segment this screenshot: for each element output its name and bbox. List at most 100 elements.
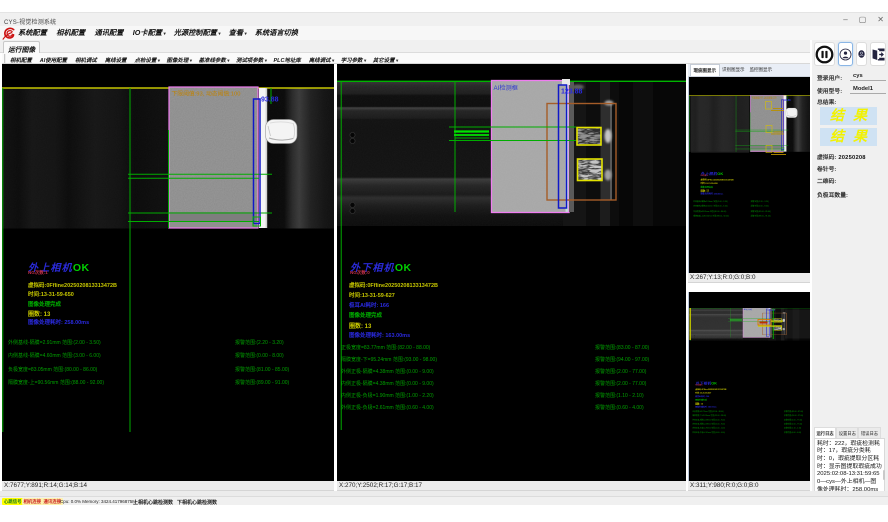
alarm-range: 报警范围:(2.00 - 77.00)	[784, 423, 802, 425]
log-tab[interactable]: 设置日志	[836, 427, 858, 438]
measurement-value: 外侧正极-负极=2.61mm 范围:(0.60 - 4.00)	[341, 405, 434, 411]
alarm-range: 报警范围:(2.20 - 3.20)	[751, 200, 769, 203]
process-cost: 图像处理耗时: 163.00ms	[695, 406, 810, 410]
toolbar-item[interactable]: 测试项参数▾	[236, 56, 267, 64]
measurement-row: 外侧正极-负极=2.61mm 范围:(0.60 - 4.00)报警范围:(0.6…	[692, 431, 810, 435]
lower-camera-panel[interactable]: 外下相机OKNG次数:0虚拟码:0Ffline2025020813313472B…	[337, 64, 686, 481]
toolbar-item[interactable]: 离线调试▾	[309, 56, 335, 64]
info-value: 20250208	[838, 155, 865, 161]
process-done: 图像处理完成	[349, 311, 686, 321]
virtual-code: 虚拟码:0Ffline2025020813313472B	[349, 281, 686, 291]
tab-run-image[interactable]: 运行图像	[3, 41, 40, 53]
close-button[interactable]: ✕	[877, 14, 884, 26]
measurement-list: 正极宽度=83.77mm 范围:(82.00 - 88.00) 报警范围:(83.…	[692, 410, 810, 435]
upper-camera-panel[interactable]: 外上相机OKNG次数:1虚拟码:0Ffline2025020813313472B…	[2, 64, 334, 481]
toolbar-item[interactable]: 相机调试	[75, 56, 98, 64]
toolbar-item[interactable]: 图像处理▾	[167, 56, 193, 64]
measurement-value: 正极宽度=83.77mm 范围:(82.00 - 88.00)	[692, 410, 723, 412]
measurement-value: 隔膜宽度-上=90.56mm 范围:(88.00 - 92.00)	[693, 215, 729, 217]
menu-item[interactable]: 通讯配置	[95, 28, 125, 38]
menu-item[interactable]: 查看▾	[229, 28, 247, 38]
dropdown-arrow-icon: ▾	[163, 31, 165, 36]
alarm-range: 报警范围:(83.00 - 87.00)	[784, 410, 803, 412]
measurement-row: 负极宽度=83.05mm 范围:(80.00 - 86.00) 报警范围:(81.…	[8, 366, 334, 380]
mini-view-tab[interactable]: 识别图显示	[720, 64, 748, 76]
alarm-range: 报警范围:(0.60 - 4.00)	[595, 404, 644, 411]
alarm-range: 报警范围:(81.00 - 85.00)	[751, 210, 771, 213]
dropdown-arrow-icon: ▾	[218, 31, 220, 36]
minimize-button[interactable]: –	[843, 14, 847, 26]
menu-item-label: 系统语言切换	[255, 28, 298, 37]
mini-view-tab[interactable]: 瑕疵图显示	[690, 64, 720, 76]
menu-item-label: 查看	[229, 28, 243, 37]
mini-view-tab[interactable]: 监控图显示	[747, 64, 775, 76]
heartbeat-badge: 心跳信号	[2, 498, 24, 505]
camera-status-ok: OK	[711, 381, 717, 385]
maximize-button[interactable]: ▢	[859, 14, 867, 26]
mini-upper-coordinate-bar: X:267;Y:13;R:0;G:0;B:0	[688, 273, 810, 283]
toolbar-item-label: 离线设置	[105, 58, 127, 64]
toolbar-grip[interactable]	[4, 54, 6, 63]
toolbar-item-label: 其它设置	[373, 58, 395, 64]
measurement-value: 负极宽度=83.05mm 范围:(80.00 - 86.00)	[693, 210, 726, 212]
toolbar-item[interactable]: 离线设置	[105, 56, 128, 64]
pause-button[interactable]	[814, 42, 835, 66]
menu-item[interactable]: 系统配置	[18, 28, 48, 38]
measurement-row: 内侧正极-负极=1.90mm 范围:(1.00 - 2.20)报警范围:(1.1…	[341, 392, 686, 404]
alarm-range: 报警范围:(81.00 - 85.00)	[235, 366, 289, 373]
toolbar-item[interactable]: 其它设置▾	[373, 56, 399, 64]
title-bar: CYS-视觉检测系统 – ▢ ✕	[0, 12, 888, 26]
menu-item[interactable]: IO卡配置▾	[133, 28, 166, 38]
toolbar-item[interactable]: 相机配置	[10, 56, 33, 64]
log-tab[interactable]: 运行日志	[814, 427, 836, 438]
measurement-row: 隔膜宽度-下=95.24mm 范围:(93.00 - 98.00)报警范围:(9…	[341, 356, 686, 368]
mini-lower-panel[interactable]: 外下相机OKNG次数:0虚拟码:0Ffline2025020813313472B…	[688, 292, 810, 481]
dropdown-arrow-icon: ▾	[364, 58, 366, 63]
app-logo	[2, 26, 17, 40]
loop-count: 圈数: 13	[349, 321, 686, 331]
log-box[interactable]: 耗时：222，瑕疵检测耗时：17，瑕疵分类耗时：0，瑕疵提取分区耗时：显示图提取…	[814, 438, 885, 496]
measurement-value: 内侧正极-隔膜=4.38mm 范围:(0.00 - 9.00)	[341, 381, 434, 387]
exit-button[interactable]	[870, 42, 886, 66]
menu-item[interactable]: 光源控制配置▾	[174, 28, 221, 38]
measurement-value: 隔膜宽度-下=95.24mm 范围:(93.00 - 98.00)	[341, 357, 437, 363]
toolbar-item[interactable]: 基准线参数▾	[199, 56, 230, 64]
toolbar-item[interactable]: 点检设置▾	[135, 56, 161, 64]
measurement-value: 隔膜宽度-上=90.56mm 范围:(88.00 - 92.00)	[8, 380, 104, 386]
measurement-value: 外侧基线-隔膜=2.91mm 范围:(2.00 - 3.50)	[693, 200, 727, 202]
process-cost: 图像处理耗时: 258.00ms	[701, 192, 810, 195]
measurement-row: 内侧基线-隔膜=4.60mm 范围:(3.00 - 6.00)报警范围:(0.0…	[8, 352, 334, 366]
menu-item[interactable]: 系统语言切换	[255, 28, 300, 38]
log-tab[interactable]: 错误日志	[858, 427, 880, 438]
alarm-range: 报警范围:(94.00 - 97.00)	[784, 414, 803, 416]
user-login-button[interactable]	[838, 42, 853, 66]
measurement-value: 外侧正极-隔膜=4.38mm 范围:(0.00 - 9.00)	[341, 369, 434, 375]
menu-item-label: 光源控制配置	[174, 28, 217, 37]
lower-camera-heartbeat: 下相机心跳检测数	[177, 499, 217, 506]
mini-upper-panel[interactable]: 外上相机OKNG次数:1虚拟码:0Ffline2025020813313472B…	[688, 77, 810, 273]
toolbar-item-label: 基准线参数	[199, 58, 226, 64]
alarm-range: 报警范围:(2.00 - 77.00)	[784, 419, 802, 421]
info-row: 虚拟码:20250208	[817, 152, 866, 161]
toolbar-item[interactable]: AI使用配置	[40, 56, 69, 64]
measurement-value: 外侧正极-隔膜=4.38mm 范围:(0.00 - 9.00)	[692, 419, 724, 421]
upper-coordinate-bar: X:7677;Y:891;R:14;G:14;B:14	[2, 481, 334, 491]
user-admin-button[interactable]	[856, 42, 867, 66]
toolbar-item[interactable]: 学习参数▾	[341, 56, 367, 64]
control-buttons	[814, 42, 886, 66]
right-sidebar: 登录用户: cys 使用型号: Model1 总结果: 结果 结果 虚拟码:20…	[812, 40, 888, 505]
toolbar-item[interactable]: PLC地址库	[274, 56, 303, 64]
menu-item[interactable]: 相机配置	[56, 28, 86, 38]
measurement-row: 外侧正极-负极=2.61mm 范围:(0.60 - 4.00) 报警范围:(0.6…	[341, 404, 686, 416]
model-label: 使用型号:	[817, 86, 842, 95]
process-cost: 图像处理耗时: 258.00ms	[28, 318, 334, 327]
pause-icon	[815, 45, 834, 64]
tab-strip: 运行图像	[0, 40, 810, 53]
menu-item-label: 系统配置	[18, 28, 47, 37]
alarm-range: 报警范围:(83.00 - 87.00)	[595, 344, 649, 351]
toolbar-item-label: 图像处理	[167, 58, 189, 64]
mini-upper-defect-marks	[689, 77, 810, 177]
log-scrollbar[interactable]	[883, 470, 885, 480]
measurement-value: 负极宽度=83.05mm 范围:(80.00 - 86.00)	[8, 367, 97, 373]
info-row: 二维码:	[817, 176, 838, 185]
